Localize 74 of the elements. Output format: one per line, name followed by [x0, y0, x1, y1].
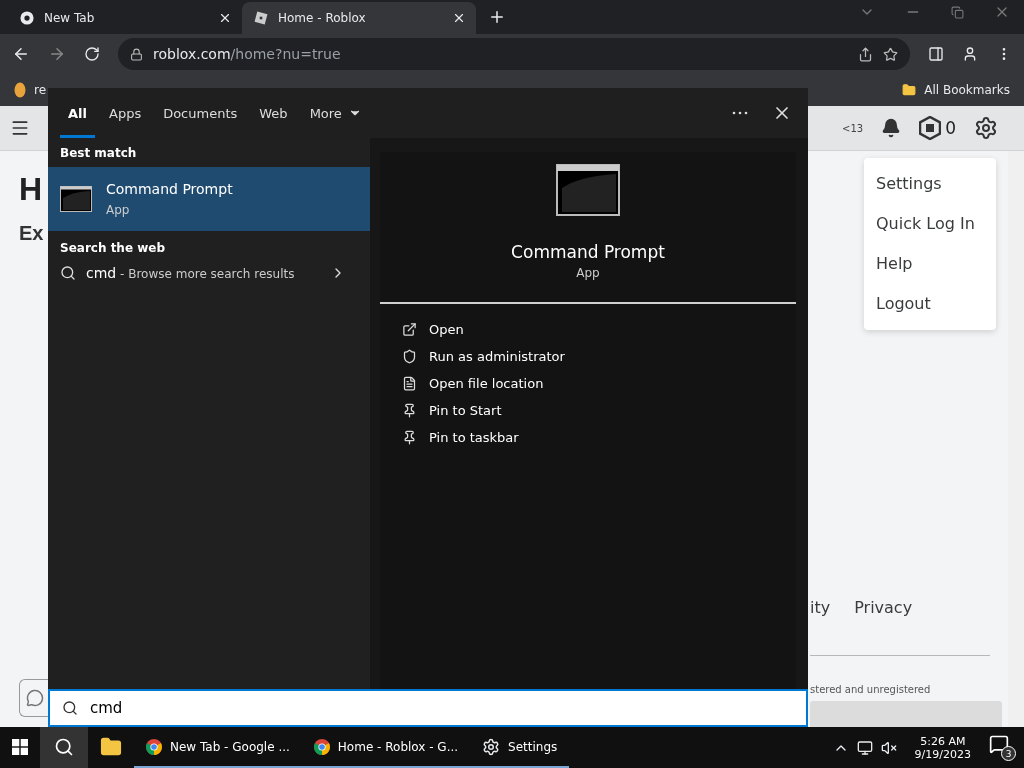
bookmark-icon[interactable] [14, 82, 26, 98]
chrome-logo-icon [146, 738, 162, 755]
share-icon[interactable] [858, 46, 873, 62]
section-heading: Ex [19, 222, 45, 245]
action-item[interactable]: Pin to taskbar [402, 430, 774, 445]
page-heading: H [19, 171, 44, 208]
chrome-logo-icon [313, 738, 330, 755]
star-icon[interactable] [883, 46, 898, 62]
profile-icon[interactable] [962, 46, 978, 62]
pin-icon [402, 403, 417, 418]
settings-icon [482, 737, 501, 756]
terminal-window-icon [556, 164, 620, 216]
search-tab[interactable]: Web [251, 88, 296, 138]
best-match-result[interactable]: Command Prompt App [48, 167, 370, 231]
file-icon [402, 376, 417, 391]
all-bookmarks-link[interactable]: All Bookmarks [924, 83, 1010, 97]
menu-item[interactable]: Quick Log In [864, 204, 996, 244]
search-button[interactable] [40, 727, 88, 768]
menu-item[interactable]: Settings [864, 164, 996, 204]
footer-link[interactable]: ity [810, 598, 831, 617]
folder-icon [100, 735, 122, 758]
close-icon[interactable] [452, 11, 466, 25]
clock[interactable]: 5:26 AM 9/19/2023 [904, 734, 981, 761]
search-box[interactable]: cmd [48, 689, 808, 727]
more-options-icon[interactable] [732, 111, 748, 115]
reload-icon[interactable] [84, 46, 100, 62]
menu-icon[interactable] [10, 118, 30, 138]
close-icon[interactable] [218, 11, 232, 25]
web-search-result[interactable]: cmd - Browse more search results [48, 255, 370, 291]
action-item[interactable]: Pin to Start [402, 403, 774, 418]
new-tab-icon[interactable] [488, 8, 506, 26]
search-icon [62, 700, 78, 716]
search-tab[interactable]: More [301, 88, 370, 138]
search-tab[interactable]: Apps [101, 88, 150, 138]
search-field[interactable]: cmd [88, 698, 794, 718]
action-item[interactable]: Run as administrator [402, 349, 774, 364]
notification-bell-icon[interactable] [881, 118, 902, 138]
search-icon [54, 736, 74, 757]
back-icon[interactable] [12, 45, 30, 63]
action-item[interactable]: Open file location [402, 376, 774, 391]
forward-icon[interactable] [48, 45, 66, 63]
search-tab[interactable]: Documents [155, 88, 246, 138]
scrollbar[interactable] [1008, 151, 1024, 727]
currency-count: 0 [945, 118, 956, 138]
windows-logo-icon [12, 738, 28, 755]
side-panel-icon[interactable] [928, 46, 944, 62]
volume-muted-icon[interactable] [880, 739, 897, 756]
shield-icon [402, 349, 417, 364]
external-link-icon [402, 322, 417, 337]
chrome-logo-icon [20, 11, 34, 25]
browser-tab[interactable]: Home - Roblox [242, 2, 476, 34]
action-item[interactable]: Open [402, 322, 774, 337]
section-heading: Best match [59, 146, 138, 160]
age-label: <13 [842, 122, 864, 134]
pin-icon [402, 430, 417, 445]
hexagon-currency-icon[interactable] [919, 116, 942, 140]
restore-icon[interactable] [951, 4, 964, 20]
lock-icon [130, 47, 143, 61]
menu-item[interactable]: Help [864, 244, 996, 284]
footer-note: stered and unregistered [810, 684, 932, 695]
network-icon[interactable] [856, 739, 873, 756]
search-icon [60, 265, 76, 281]
section-heading: Search the web [59, 241, 167, 255]
menu-item[interactable]: Logout [864, 284, 996, 324]
bookmark-label[interactable]: re [34, 83, 47, 97]
app-type: App [576, 266, 600, 280]
chat-icon [25, 689, 44, 707]
terminal-window-icon [60, 186, 92, 212]
app-name: Command Prompt [511, 242, 665, 262]
notification-count: 3 [1001, 746, 1016, 761]
settings-icon[interactable] [974, 116, 998, 140]
folder-icon [902, 83, 917, 97]
footer-link[interactable]: Privacy [854, 598, 913, 617]
address-bar[interactable]: roblox.com/home?nu=true [118, 38, 910, 70]
